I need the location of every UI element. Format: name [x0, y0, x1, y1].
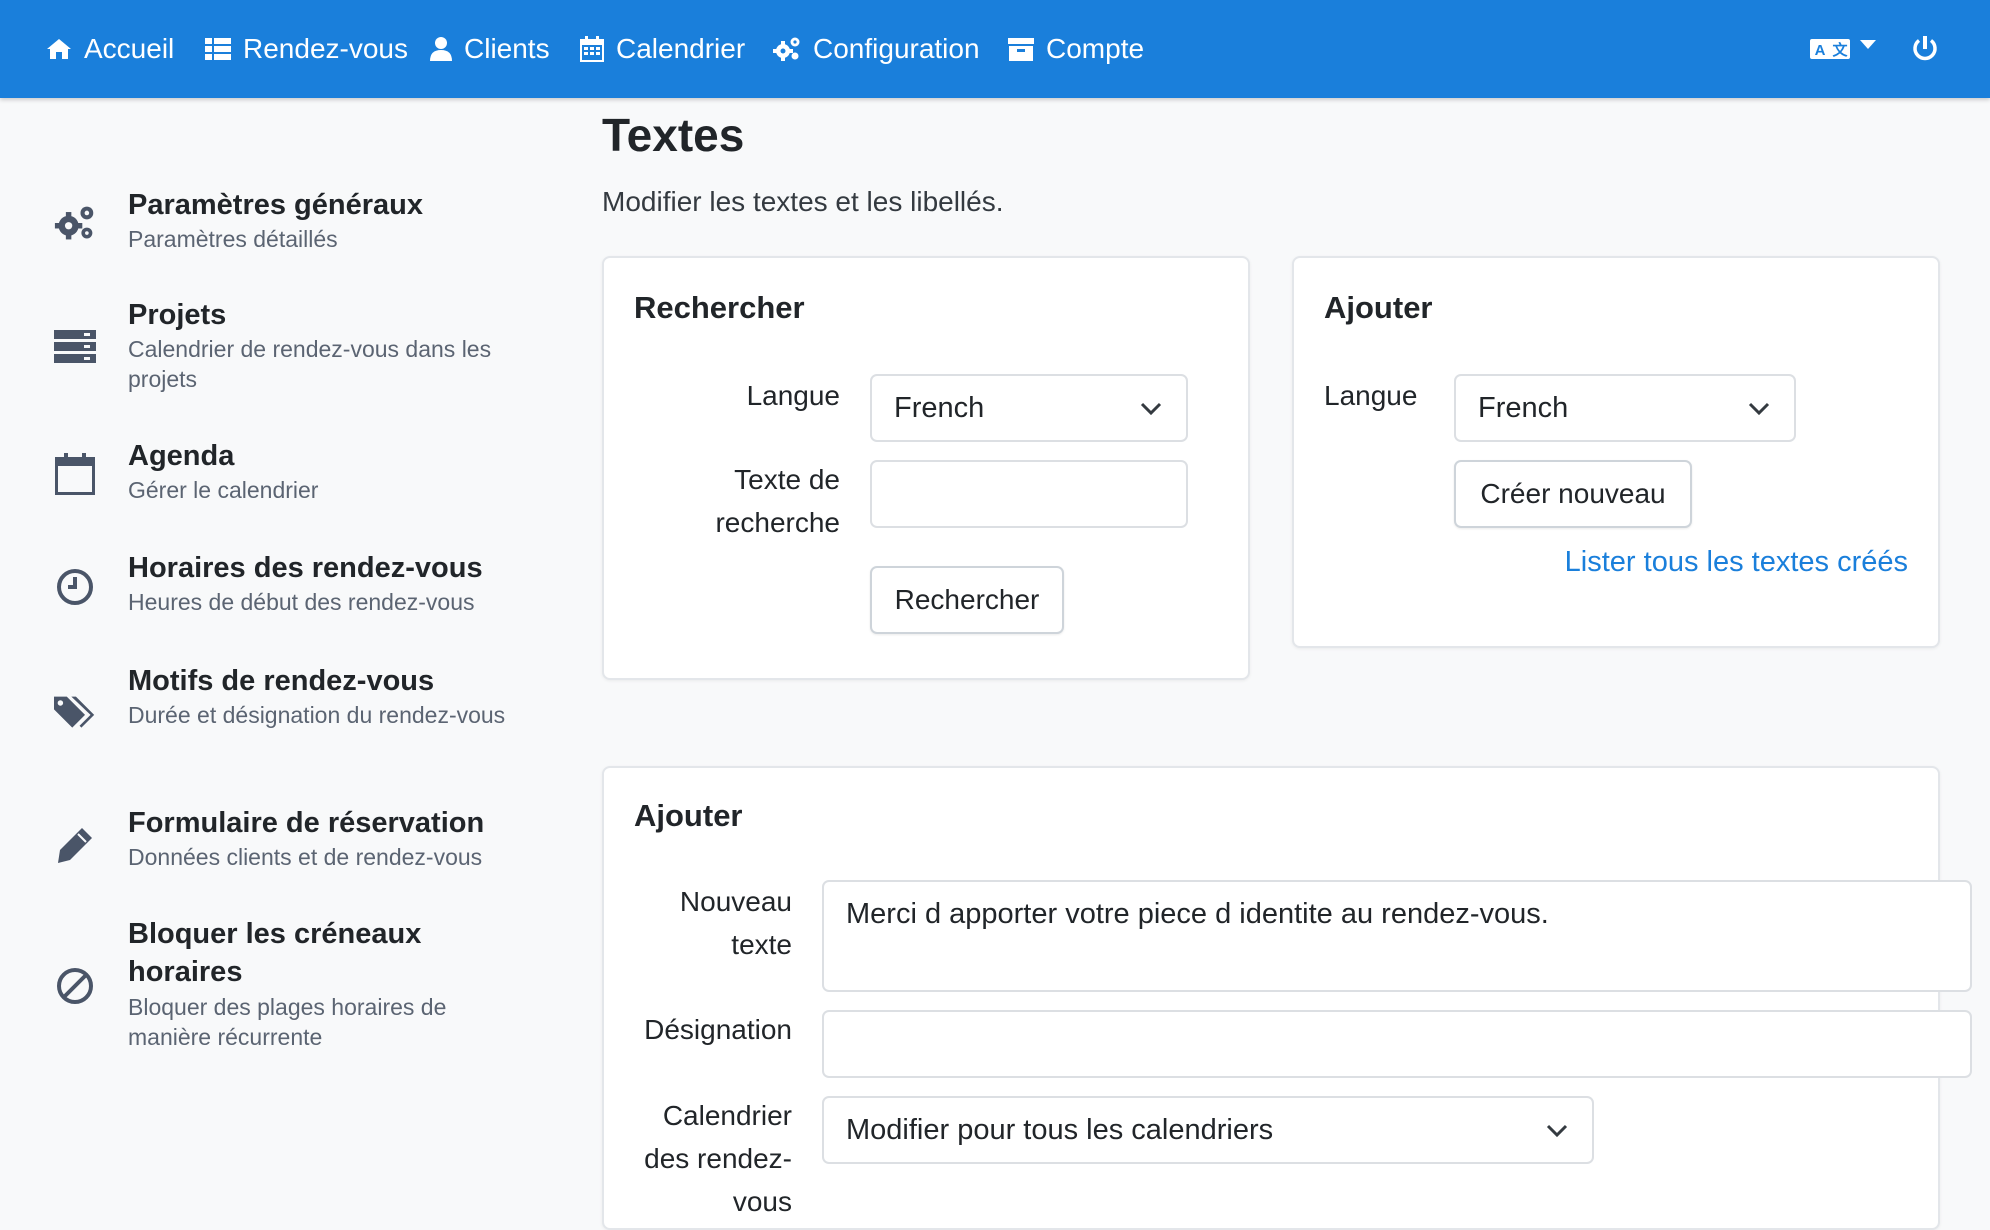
calendar-icon: [580, 36, 604, 62]
nav-compte-label: Compte: [1046, 33, 1145, 64]
caret-down-icon: [1860, 40, 1876, 49]
new-text-value: Merci d apporter votre piece d identite …: [846, 898, 1549, 930]
svg-text:A: A: [1815, 42, 1826, 59]
sidebar-item-motifs[interactable]: Motifs de rendez-vous Durée et désignati…: [0, 662, 560, 766]
logout-button[interactable]: [1912, 0, 1938, 98]
nav-clients-label: Clients: [464, 33, 550, 64]
sidebar-item-subtitle: Heures de début des rendez-vous: [128, 589, 475, 615]
calendar-select[interactable]: Modifier pour tous les calendriers: [822, 1096, 1594, 1164]
nav-calendrier[interactable]: Calendrier: [580, 0, 745, 98]
list-all-texts-link[interactable]: Lister tous les textes créés: [1565, 546, 1908, 579]
create-new-button[interactable]: Créer nouveau: [1454, 460, 1692, 528]
sidebar-item-title: Horaires des rendez-vous: [128, 552, 483, 584]
nav-rendez-vous[interactable]: Rendez-vous: [205, 0, 408, 98]
sidebar-item-projets[interactable]: Projets Calendrier de rendez-vous dans l…: [0, 296, 560, 400]
clock-icon: [54, 566, 96, 608]
sidebar-item-horaires[interactable]: Horaires des rendez-vous Heures de début…: [0, 549, 560, 629]
sidebar-item-title: Agenda: [128, 440, 235, 472]
nav-calendrier-label: Calendrier: [616, 33, 746, 64]
sidebar-item-title: Motifs de rendez-vous: [128, 665, 435, 697]
search-text-label: Texte de recherche: [715, 464, 840, 538]
add-language-select[interactable]: French: [1454, 374, 1796, 442]
search-language-value: French: [894, 391, 985, 424]
new-text-label: Nouveau texte: [679, 886, 792, 960]
sidebar-item-agenda[interactable]: Agenda Gérer le calendrier: [0, 437, 560, 517]
calendar-select-value: Modifier pour tous les calendriers: [846, 1113, 1274, 1146]
language-icon: A 文: [1810, 39, 1850, 59]
chevron-down-icon: [1140, 402, 1162, 416]
sidebar-item-formulaire[interactable]: Formulaire de réservation Données client…: [0, 804, 560, 884]
nav-compte[interactable]: Compte: [1008, 0, 1144, 98]
search-language-label: Langue: [746, 380, 840, 411]
chevron-down-icon: [1748, 402, 1770, 416]
ban-icon: [54, 965, 96, 1007]
add-form-title: Ajouter: [634, 798, 743, 833]
sidebar-item-bloquer[interactable]: Bloquer les créneaux horaires Bloquer de…: [0, 915, 560, 1057]
nav-rendez-vous-label: Rendez-vous: [243, 33, 408, 64]
cogs-icon: [54, 202, 96, 244]
search-language-select[interactable]: French: [870, 374, 1188, 442]
calendar-icon: [54, 453, 96, 495]
archive-icon: [1008, 38, 1034, 61]
search-card: Rechercher Langue French Texte de recher…: [602, 256, 1250, 680]
pencil-icon: [54, 824, 96, 866]
search-card-title: Rechercher: [634, 290, 805, 325]
add-language-value: French: [1478, 391, 1569, 424]
top-navbar: Accueil Rendez-vous Clients Calendrier C…: [0, 0, 1990, 98]
chevron-down-icon: [1546, 1124, 1568, 1138]
search-button[interactable]: Rechercher: [870, 566, 1064, 634]
list-icon: [205, 38, 231, 60]
cogs-icon: [773, 37, 800, 61]
tags-icon: [54, 692, 96, 734]
nav-clients[interactable]: Clients: [430, 0, 550, 98]
add-card-title: Ajouter: [1324, 290, 1433, 325]
sidebar-item-subtitle: Bloquer des plages horaires de manière r…: [128, 994, 447, 1050]
add-language-label: Langue: [1324, 380, 1418, 411]
server-icon: [54, 326, 96, 368]
sidebar-item-title: Projets: [128, 299, 227, 331]
add-text-form-card: Ajouter Nouveau texte Merci d apporter v…: [602, 766, 1972, 1230]
page-title: Textes: [602, 109, 745, 161]
calendar-label: Calendrier des rendez-vous: [644, 1100, 792, 1217]
nav-accueil-label: Accueil: [84, 33, 175, 64]
search-text-input[interactable]: [870, 460, 1188, 528]
language-dropdown[interactable]: A 文: [1810, 0, 1876, 98]
user-icon: [430, 37, 452, 61]
sidebar-item-title: Bloquer les créneaux horaires: [128, 918, 422, 988]
nav-configuration-label: Configuration: [813, 33, 980, 64]
sidebar-item-subtitle: Paramètres détaillés: [128, 226, 338, 252]
sidebar-item-title: Formulaire de réservation: [128, 807, 485, 839]
nav-configuration[interactable]: Configuration: [773, 0, 980, 98]
sidebar-item-subtitle: Calendrier de rendez-vous dans les proje…: [128, 336, 492, 392]
sidebar-item-title: Paramètres généraux: [128, 189, 423, 221]
sidebar-item-parametres[interactable]: Paramètres généraux Paramètres détaillés: [0, 186, 560, 266]
sidebar-item-subtitle: Gérer le calendrier: [128, 477, 319, 503]
sidebar-item-subtitle: Données clients et de rendez-vous: [128, 844, 483, 870]
designation-input[interactable]: [822, 1010, 1972, 1078]
designation-label: Désignation: [644, 1014, 792, 1045]
add-card: Ajouter Langue French Créer nouveau List…: [1292, 256, 1940, 648]
new-text-textarea[interactable]: Merci d apporter votre piece d identite …: [822, 880, 1972, 992]
power-icon: [1913, 36, 1937, 61]
nav-accueil[interactable]: Accueil: [46, 0, 174, 98]
svg-text:文: 文: [1832, 41, 1848, 59]
sidebar-item-subtitle: Durée et désignation du rendez-vous: [128, 702, 506, 728]
page-subtitle: Modifier les textes et les libellés.: [602, 186, 1004, 217]
home-icon: [47, 39, 71, 59]
